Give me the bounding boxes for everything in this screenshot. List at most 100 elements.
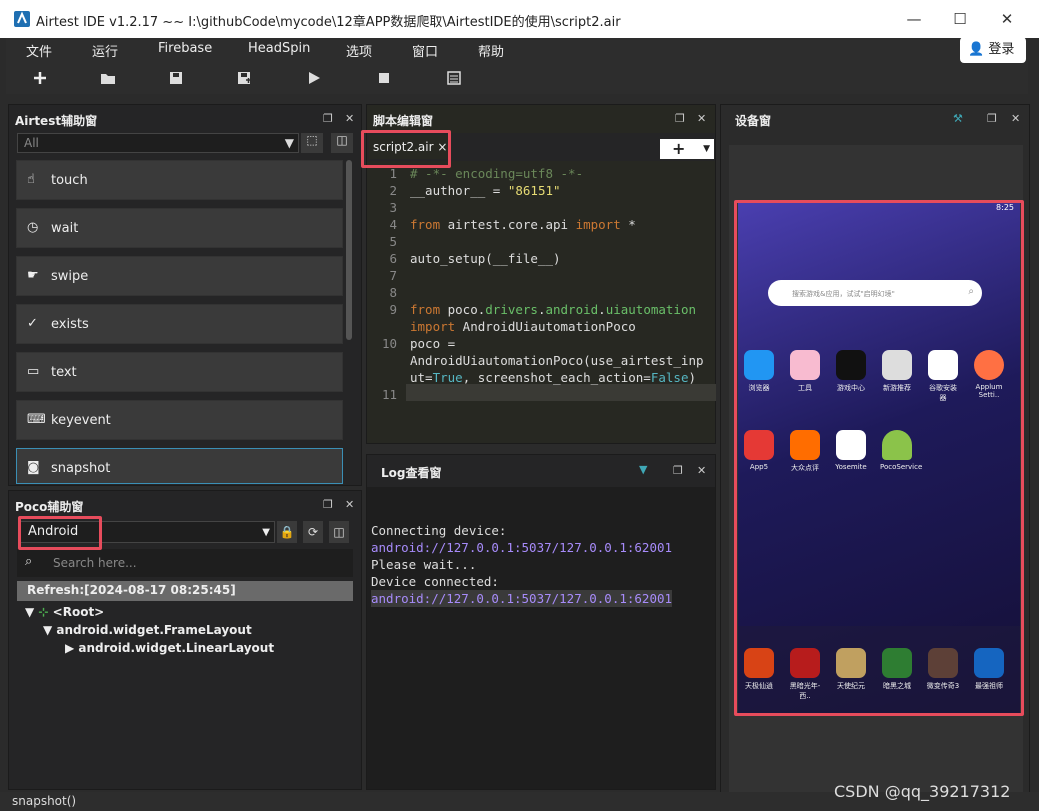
- tree-framelayout-label: android.widget.FrameLayout: [56, 623, 252, 637]
- maximize-button[interactable]: ☐: [943, 6, 977, 32]
- close-log-icon[interactable]: ✕: [697, 464, 706, 477]
- add-tab-button[interactable]: + ▼: [660, 139, 714, 159]
- float-device-icon[interactable]: ❐: [987, 112, 997, 125]
- menu-firebase[interactable]: Firebase: [158, 41, 212, 56]
- search-placeholder: Search here...: [53, 556, 137, 570]
- api-swipe-label: swipe: [51, 269, 89, 284]
- current-line-highlight: [406, 384, 716, 401]
- log-icon[interactable]: [446, 70, 462, 86]
- float-log-icon[interactable]: ❐: [673, 464, 683, 477]
- close-panel-icon[interactable]: ✕: [345, 112, 354, 125]
- menu-window[interactable]: 窗口: [412, 41, 438, 60]
- line-number: 2: [389, 183, 397, 198]
- text-icon: ▭: [27, 364, 40, 379]
- refresh-icon[interactable]: ⟳: [303, 521, 323, 543]
- log-panel-title: Log查看窗: [381, 466, 442, 480]
- tree-node-linearlayout[interactable]: ▶ android.widget.LinearLayout: [65, 641, 274, 655]
- swipe-icon: ☛: [27, 268, 39, 283]
- line-number: 6: [389, 251, 397, 266]
- highlight-device: [734, 200, 1024, 716]
- close-window-button[interactable]: ✕: [990, 6, 1024, 32]
- log-line: android://127.0.0.1:5037/127.0.0.1:62001: [371, 540, 673, 555]
- camera-icon: ◙: [27, 460, 40, 475]
- line-number: 3: [389, 200, 397, 215]
- poco-record-icon[interactable]: ◫: [329, 521, 349, 543]
- chevron-down-icon: ▼: [262, 527, 270, 538]
- code-line-9: from poco.drivers.android.uiautomation: [410, 302, 697, 317]
- log-output: Connecting device: android://127.0.0.1:50…: [371, 505, 673, 624]
- menu-bar: 文件 运行 Firebase HeadSpin 选项 窗口 帮助: [6, 38, 1028, 64]
- line-number: 8: [389, 285, 397, 300]
- float-poco-icon[interactable]: ❐: [323, 498, 333, 511]
- api-wait-label: wait: [51, 221, 79, 236]
- refresh-bar: Refresh:[2024-08-17 08:25:45]: [17, 581, 353, 601]
- chevron-down-icon: ▼: [284, 136, 294, 150]
- record-icon[interactable]: ◫: [331, 133, 353, 153]
- tree-linearlayout-label: android.widget.LinearLayout: [78, 641, 275, 655]
- log-line: Connecting device:: [371, 523, 507, 538]
- float-panel-icon[interactable]: ❐: [323, 112, 333, 125]
- api-keyevent[interactable]: ⌨ keyevent: [16, 400, 343, 440]
- title-bar: Airtest IDE v1.2.17 ~~ I:\githubCode\myc…: [0, 0, 1039, 38]
- menu-help[interactable]: 帮助: [478, 41, 504, 60]
- login-button[interactable]: 👤 登录: [960, 37, 1026, 63]
- api-wait[interactable]: ◷ wait: [16, 208, 343, 248]
- highlight-poco-mode: [18, 516, 102, 550]
- line-number: 4: [389, 217, 397, 232]
- line-number: 5: [389, 234, 397, 249]
- log-line: Please wait...: [371, 557, 477, 572]
- menu-headspin[interactable]: HeadSpin: [248, 41, 310, 56]
- code-line-4: from airtest.core.api import *: [410, 217, 636, 232]
- stop-icon[interactable]: [376, 70, 392, 86]
- keyboard-icon: ⌨: [27, 412, 46, 427]
- log-line: android://127.0.0.1:5037/127.0.0.1:62001: [371, 590, 673, 607]
- tree-root-label: <Root>: [52, 605, 105, 619]
- line-number: 11: [381, 387, 397, 402]
- airtest-panel-title: Airtest辅助窗: [15, 114, 98, 128]
- run-icon[interactable]: [306, 70, 322, 86]
- tree-node-root[interactable]: ▼ ⊹ <Root>: [25, 605, 104, 619]
- code-line-2: __author__ = "86151": [410, 183, 561, 198]
- screenshot-select-icon[interactable]: ⬚: [301, 133, 323, 153]
- line-number: 10: [381, 336, 397, 351]
- save-icon[interactable]: [168, 70, 184, 86]
- code-line-10: poco =: [410, 336, 456, 351]
- open-folder-icon[interactable]: [100, 70, 116, 86]
- close-poco-icon[interactable]: ✕: [345, 498, 354, 511]
- api-keyevent-label: keyevent: [51, 413, 111, 428]
- login-label: 登录: [988, 42, 1015, 57]
- user-icon: 👤: [968, 42, 985, 57]
- airtest-scrollbar[interactable]: [346, 160, 352, 340]
- api-exists-label: exists: [51, 317, 89, 332]
- close-device-icon[interactable]: ✕: [1011, 112, 1020, 125]
- api-text[interactable]: ▭ text: [16, 352, 343, 392]
- api-touch-label: touch: [51, 173, 88, 188]
- api-exists[interactable]: ✓ exists: [16, 304, 343, 344]
- filter-icon[interactable]: ▼: [639, 463, 647, 476]
- poco-panel-title: Poco辅助窗: [15, 500, 84, 514]
- code-line-9b: import AndroidUiautomationPoco: [410, 319, 636, 334]
- tools-icon[interactable]: ⚒: [953, 112, 963, 125]
- api-filter-select[interactable]: All ▼: [17, 133, 299, 153]
- check-circle-icon: ✓: [27, 316, 38, 331]
- log-line: Device connected:: [371, 574, 499, 589]
- menu-options[interactable]: 选项: [346, 41, 372, 60]
- poco-search-input[interactable]: ⌕ Search here...: [17, 549, 353, 577]
- new-file-icon[interactable]: [32, 70, 48, 86]
- tree-node-framelayout[interactable]: ▼ android.widget.FrameLayout: [43, 623, 252, 637]
- code-line-10b: AndroidUiautomationPoco(use_airtest_inp: [410, 353, 704, 368]
- menu-file[interactable]: 文件: [26, 41, 52, 60]
- code-line-10c: ut=True, screenshot_each_action=False): [410, 370, 697, 385]
- api-touch[interactable]: ☝ touch: [16, 160, 343, 200]
- airtest-logo-icon: [14, 11, 30, 27]
- lock-icon[interactable]: 🔒: [277, 521, 297, 543]
- search-icon: ⌕: [25, 554, 33, 569]
- api-snapshot[interactable]: ◙ snapshot: [16, 448, 343, 484]
- line-number: 9: [389, 302, 397, 317]
- api-swipe[interactable]: ☛ swipe: [16, 256, 343, 296]
- close-editor-icon[interactable]: ✕: [697, 112, 706, 125]
- save-as-icon[interactable]: [236, 70, 252, 86]
- float-editor-icon[interactable]: ❐: [675, 112, 685, 125]
- minimize-button[interactable]: —: [897, 6, 931, 32]
- menu-run[interactable]: 运行: [92, 41, 118, 60]
